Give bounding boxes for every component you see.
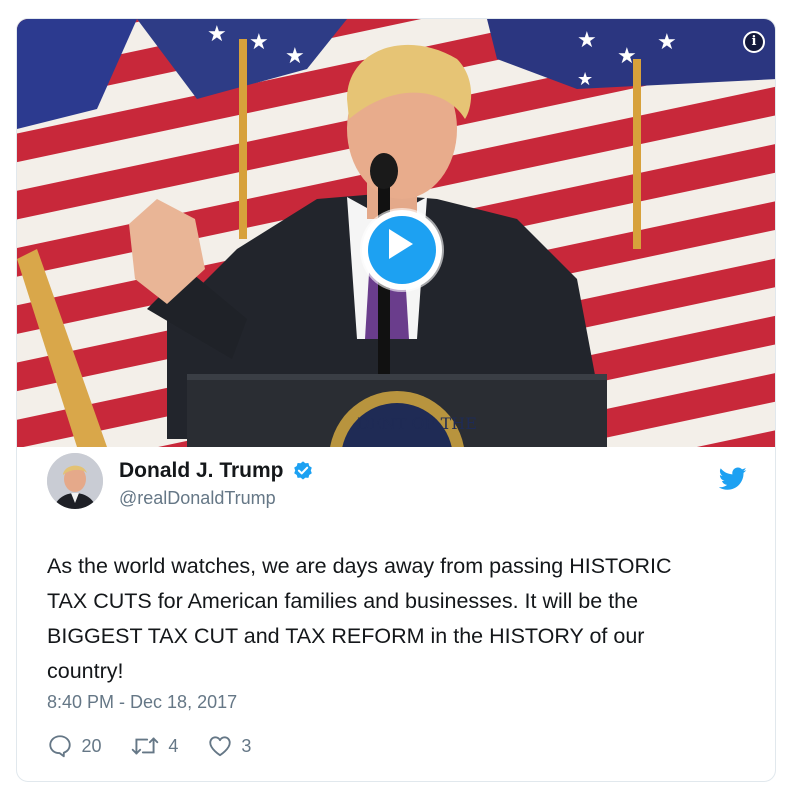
- seal-text: DENT OF THE: [357, 414, 477, 433]
- svg-text:★: ★: [657, 29, 677, 54]
- info-icon[interactable]: i: [743, 31, 765, 53]
- play-icon: [389, 229, 413, 259]
- retweet-button[interactable]: 4: [130, 733, 178, 759]
- play-button[interactable]: [362, 210, 442, 290]
- svg-text:★: ★: [577, 27, 597, 52]
- verified-badge-icon: [294, 461, 312, 480]
- retweet-icon: [131, 737, 159, 755]
- like-button[interactable]: 3: [207, 733, 251, 759]
- tweet-header: Donald J. Trump @realDonaldTrump: [47, 453, 747, 513]
- author-row: Donald J. Trump: [119, 459, 314, 485]
- author-handle[interactable]: @realDonaldTrump: [119, 488, 276, 509]
- tweet-actions: 20 4 3: [47, 733, 275, 761]
- reply-button[interactable]: 20: [47, 733, 101, 759]
- twitter-bird-icon[interactable]: [719, 467, 747, 491]
- avatar-photo: [47, 453, 103, 509]
- heart-icon: [209, 736, 231, 757]
- avatar[interactable]: [47, 453, 103, 509]
- svg-text:★: ★: [577, 69, 593, 89]
- tweet-card: ★ ★ ★ ★ ★ ★ ★ DENT OF THE i Donald J. Tr…: [16, 18, 776, 782]
- author-name[interactable]: Donald J. Trump: [119, 459, 284, 482]
- svg-text:★: ★: [285, 43, 305, 68]
- like-count: 3: [241, 735, 252, 756]
- retweet-count: 4: [168, 735, 179, 756]
- svg-text:★: ★: [249, 29, 269, 54]
- tweet-timestamp[interactable]: 8:40 PM - Dec 18, 2017: [47, 692, 237, 713]
- tweet-text: As the world watches, we are days away f…: [47, 554, 672, 683]
- svg-text:★: ★: [207, 21, 227, 46]
- reply-count: 20: [81, 735, 102, 756]
- reply-icon: [49, 735, 71, 758]
- video-media[interactable]: ★ ★ ★ ★ ★ ★ ★ DENT OF THE i: [17, 19, 775, 447]
